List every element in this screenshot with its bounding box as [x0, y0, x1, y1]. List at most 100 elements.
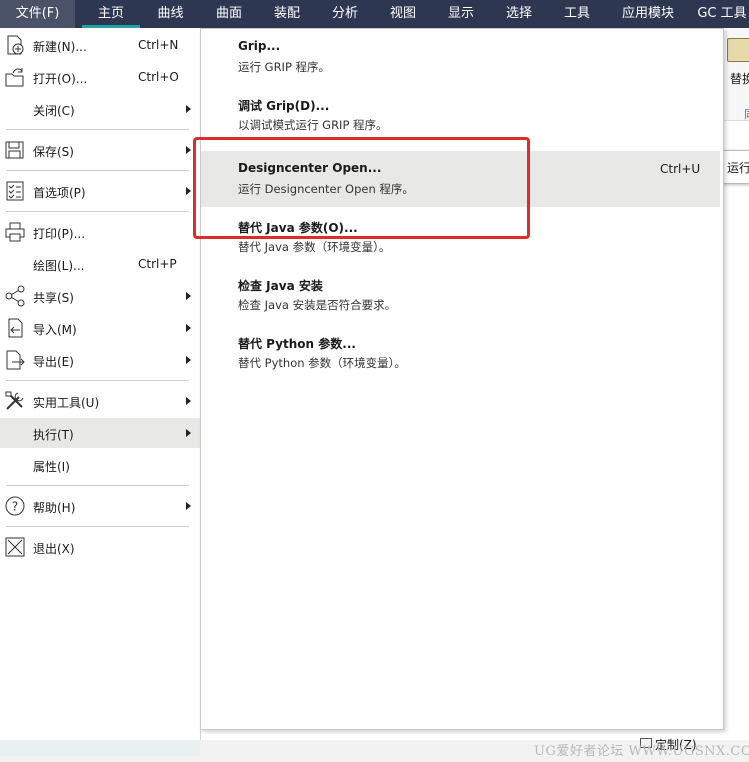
tab-curve[interactable]: 曲线 — [143, 0, 198, 28]
ribbon-tab-bar: 文件(F) 主页 曲线 曲面 装配 分析 视图 显示 选择 工具 应用模块 GC… — [0, 0, 749, 28]
menu-item-new[interactable]: 新建(N)... Ctrl+N — [0, 30, 200, 60]
utilities-label: 实用工具(U) — [33, 396, 100, 410]
menu-item-export[interactable]: 导出(E) — [0, 345, 200, 375]
tab-display[interactable]: 显示 — [432, 0, 490, 28]
menu-item-help[interactable]: ? 帮助(H) — [0, 491, 200, 521]
exit-icon — [5, 537, 25, 557]
save-label: 保存(S) — [33, 145, 74, 159]
submenu-arrow-icon — [186, 324, 191, 332]
submenu-arrow-icon — [186, 105, 191, 113]
help-icon: ? — [5, 496, 25, 516]
execute-submenu: Grip... 运行 GRIP 程序。 调试 Grip(D)... 以调试模式运… — [200, 28, 724, 730]
file-menu: 新建(N)... Ctrl+N 打开(O)... Ctrl+O 关闭(C) 保存… — [0, 28, 201, 740]
new-file-icon — [7, 35, 24, 55]
menu-item-print[interactable]: 打印(P)... — [0, 217, 200, 247]
submenu-arrow-icon — [186, 356, 191, 364]
menu-separator — [6, 211, 189, 212]
submenu-item-check-java[interactable]: 检查 Java 安装 检查 Java 安装是否符合要求。 — [201, 267, 720, 323]
save-icon — [5, 141, 24, 159]
menu-item-properties[interactable]: 属性(I) — [0, 450, 200, 480]
submenu-item-python-params[interactable]: 替代 Python 参数... 替代 Python 参数（环境变量）。 — [201, 325, 720, 381]
submenu-arrow-icon — [186, 187, 191, 195]
submenu-item-title: 替代 Python 参数... — [238, 337, 356, 351]
export-label: 导出(E) — [33, 355, 74, 369]
plot-shortcut: Ctrl+P — [138, 257, 177, 271]
submenu-item-desc: 替代 Python 参数（环境变量）。 — [238, 356, 406, 370]
svg-text:?: ? — [12, 500, 18, 514]
menu-item-utilities[interactable]: 实用工具(U) — [0, 386, 200, 416]
tab-select[interactable]: 选择 — [490, 0, 548, 28]
tab-surface[interactable]: 曲面 — [200, 0, 258, 28]
replace-label: 替换 — [730, 72, 749, 86]
menu-item-exit[interactable]: 退出(X) — [0, 532, 200, 562]
menu-separator — [6, 526, 189, 527]
submenu-item-title: 调试 Grip(D)... — [238, 99, 330, 113]
exit-label: 退出(X) — [33, 542, 75, 556]
submenu-item-shortcut: Ctrl+U — [660, 162, 701, 176]
open-shortcut: Ctrl+O — [138, 70, 179, 84]
tab-view[interactable]: 视图 — [374, 0, 432, 28]
submenu-arrow-icon — [186, 397, 191, 405]
tab-home[interactable]: 主页 — [82, 0, 140, 28]
tools-icon — [5, 391, 24, 410]
menu-item-share[interactable]: 共享(S) — [0, 281, 200, 311]
submenu-item-desc: 以调试模式运行 GRIP 程序。 — [238, 118, 388, 132]
tab-tools[interactable]: 工具 — [548, 0, 606, 28]
ribbon-sub-label: 同 — [744, 106, 749, 122]
share-label: 共享(S) — [33, 291, 74, 305]
submenu-arrow-icon — [186, 502, 191, 510]
preferences-checklist-icon — [6, 181, 24, 201]
submenu-item-desc: 运行 GRIP 程序。 — [238, 60, 331, 74]
tab-gc-tools[interactable]: GC 工具 — [692, 0, 749, 28]
ribbon-group-fragment: 替换 同 — [722, 28, 749, 121]
bottom-teal-bar — [0, 740, 200, 756]
share-icon — [5, 285, 25, 307]
menu-item-open[interactable]: 打开(O)... Ctrl+O — [0, 62, 200, 92]
submenu-item-title: Grip... — [238, 39, 281, 53]
submenu-item-desc: 替代 Java 参数（环境变量）。 — [238, 240, 391, 254]
menu-item-preferences[interactable]: 首选项(P) — [0, 176, 200, 206]
tab-assembly[interactable]: 装配 — [258, 0, 316, 28]
submenu-item-java-params[interactable]: 替代 Java 参数(O)... 替代 Java 参数（环境变量）。 — [201, 209, 720, 265]
watermark: UG爱好者论坛 WWW.UGSNX.COM — [534, 744, 749, 759]
printer-icon — [5, 222, 25, 242]
submenu-item-designcenter-open[interactable]: Designcenter Open... 运行 Designcenter Ope… — [201, 151, 720, 207]
submenu-arrow-icon — [186, 429, 191, 437]
submenu-item-debug-grip[interactable]: 调试 Grip(D)... 以调试模式运行 GRIP 程序。 — [201, 87, 720, 143]
submenu-arrow-icon — [186, 292, 191, 300]
help-label: 帮助(H) — [33, 501, 76, 515]
open-label: 打开(O)... — [33, 72, 88, 86]
tab-analysis[interactable]: 分析 — [316, 0, 374, 28]
close-label: 关闭(C) — [33, 104, 75, 118]
preferences-label: 首选项(P) — [33, 186, 86, 200]
submenu-arrow-icon — [186, 146, 191, 154]
menu-item-close[interactable]: 关闭(C) — [0, 94, 200, 124]
import-label: 导入(M) — [33, 323, 77, 337]
menu-separator — [6, 380, 189, 381]
submenu-item-desc: 运行 Designcenter Open 程序。 — [238, 182, 414, 196]
replace-icon[interactable] — [727, 38, 749, 62]
menu-item-import[interactable]: 导入(M) — [0, 313, 200, 343]
menu-item-save[interactable]: 保存(S) — [0, 135, 200, 165]
new-shortcut: Ctrl+N — [138, 38, 179, 52]
menu-separator — [6, 129, 189, 130]
submenu-item-title: 检查 Java 安装 — [238, 279, 323, 293]
execute-label: 执行(T) — [33, 428, 74, 442]
submenu-item-desc: 检查 Java 安装是否符合要求。 — [238, 298, 397, 312]
new-label: 新建(N)... — [33, 40, 87, 54]
menu-separator — [6, 170, 189, 171]
import-icon — [8, 318, 23, 338]
tooltip-text: 运行 — [727, 161, 749, 175]
submenu-item-title: 替代 Java 参数(O)... — [238, 221, 358, 235]
print-label: 打印(P)... — [33, 227, 86, 241]
submenu-item-title: Designcenter Open... — [238, 161, 382, 175]
menu-separator — [6, 485, 189, 486]
menu-item-execute[interactable]: 执行(T) — [0, 418, 200, 448]
properties-label: 属性(I) — [33, 460, 70, 474]
tab-applications[interactable]: 应用模块 — [608, 0, 688, 28]
plot-label: 绘图(L)... — [33, 259, 85, 273]
submenu-item-grip[interactable]: Grip... 运行 GRIP 程序。 — [201, 29, 720, 85]
tab-file[interactable]: 文件(F) — [0, 0, 75, 28]
menu-item-plot[interactable]: 绘图(L)... Ctrl+P — [0, 249, 200, 279]
export-icon — [6, 350, 25, 370]
